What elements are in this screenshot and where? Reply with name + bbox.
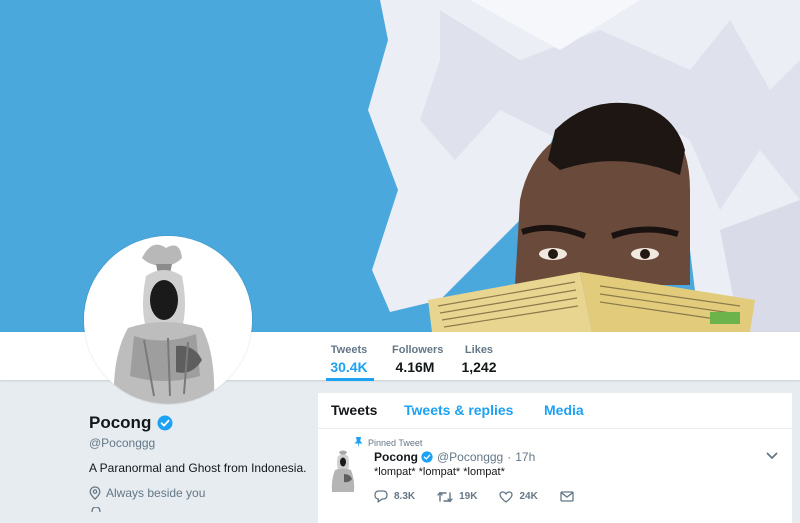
like-button[interactable]: 24K xyxy=(499,490,538,503)
tweet-text: *lompat* *lompat* *lompat* xyxy=(374,466,505,478)
profile-handle[interactable]: @Poconggg xyxy=(89,436,155,450)
tweet-separator: · xyxy=(507,450,512,464)
pinned-tweet-label: Pinned Tweet xyxy=(354,437,422,448)
pin-icon xyxy=(354,437,363,448)
profile-location: Always beside you xyxy=(89,486,205,500)
message-icon xyxy=(560,491,574,502)
tab-tweets[interactable]: Tweets xyxy=(331,402,377,418)
tab-media[interactable]: Media xyxy=(544,402,584,418)
profile-name-row: Pocong xyxy=(89,413,173,433)
verified-badge-icon xyxy=(157,415,173,431)
stat-tweets-label: Tweets xyxy=(330,344,368,356)
stat-followers[interactable]: Followers 4.16M xyxy=(392,344,444,375)
active-stat-underline xyxy=(326,378,374,381)
reply-count: 8.3K xyxy=(394,491,416,502)
stat-followers-value: 4.16M xyxy=(395,359,435,375)
stat-likes[interactable]: Likes 1,242 xyxy=(459,344,499,375)
verified-badge-icon xyxy=(421,451,433,463)
pocong-avatar-illustration xyxy=(84,236,252,404)
tweet-time[interactable]: 17h xyxy=(515,450,535,464)
tab-tweets-replies[interactable]: Tweets & replies xyxy=(404,402,513,418)
stat-tweets[interactable]: Tweets 30.4K xyxy=(329,344,369,375)
profile-location-text: Always beside you xyxy=(106,486,206,500)
tweet-handle[interactable]: @Poconggg xyxy=(437,450,503,464)
location-pin-icon xyxy=(89,486,101,500)
tweet-header: Pocong @Poconggg · 17h xyxy=(374,450,535,464)
chevron-down-icon[interactable] xyxy=(766,452,778,460)
retweet-button[interactable]: 19K xyxy=(437,491,477,503)
profile-name[interactable]: Pocong xyxy=(89,413,151,433)
profile-avatar[interactable] xyxy=(84,236,252,404)
stat-likes-label: Likes xyxy=(464,344,494,356)
stat-likes-value: 1,242 xyxy=(461,359,497,375)
stat-tweets-value: 30.4K xyxy=(330,359,368,375)
retweet-count: 19K xyxy=(459,491,478,502)
like-count: 24K xyxy=(519,491,538,502)
reply-icon xyxy=(374,490,388,503)
profile-bio: A Paranormal and Ghost from Indonesia. xyxy=(89,461,307,475)
timeline-panel: Tweets Tweets & replies Media Pinned Twe… xyxy=(318,393,792,523)
direct-message-button[interactable] xyxy=(560,491,580,502)
tweet-author[interactable]: Pocong xyxy=(374,450,418,464)
retweet-icon xyxy=(437,491,453,502)
stat-followers-label: Followers xyxy=(392,344,444,356)
link-icon xyxy=(91,507,101,512)
heart-icon xyxy=(499,490,514,503)
tweet-avatar[interactable] xyxy=(330,450,356,492)
tweet-actions: 8.3K 19K 24K xyxy=(374,490,602,503)
timeline-tabs: Tweets Tweets & replies Media xyxy=(318,393,792,429)
reply-button[interactable]: 8.3K xyxy=(374,490,415,503)
pinned-tweet-text: Pinned Tweet xyxy=(368,437,423,448)
